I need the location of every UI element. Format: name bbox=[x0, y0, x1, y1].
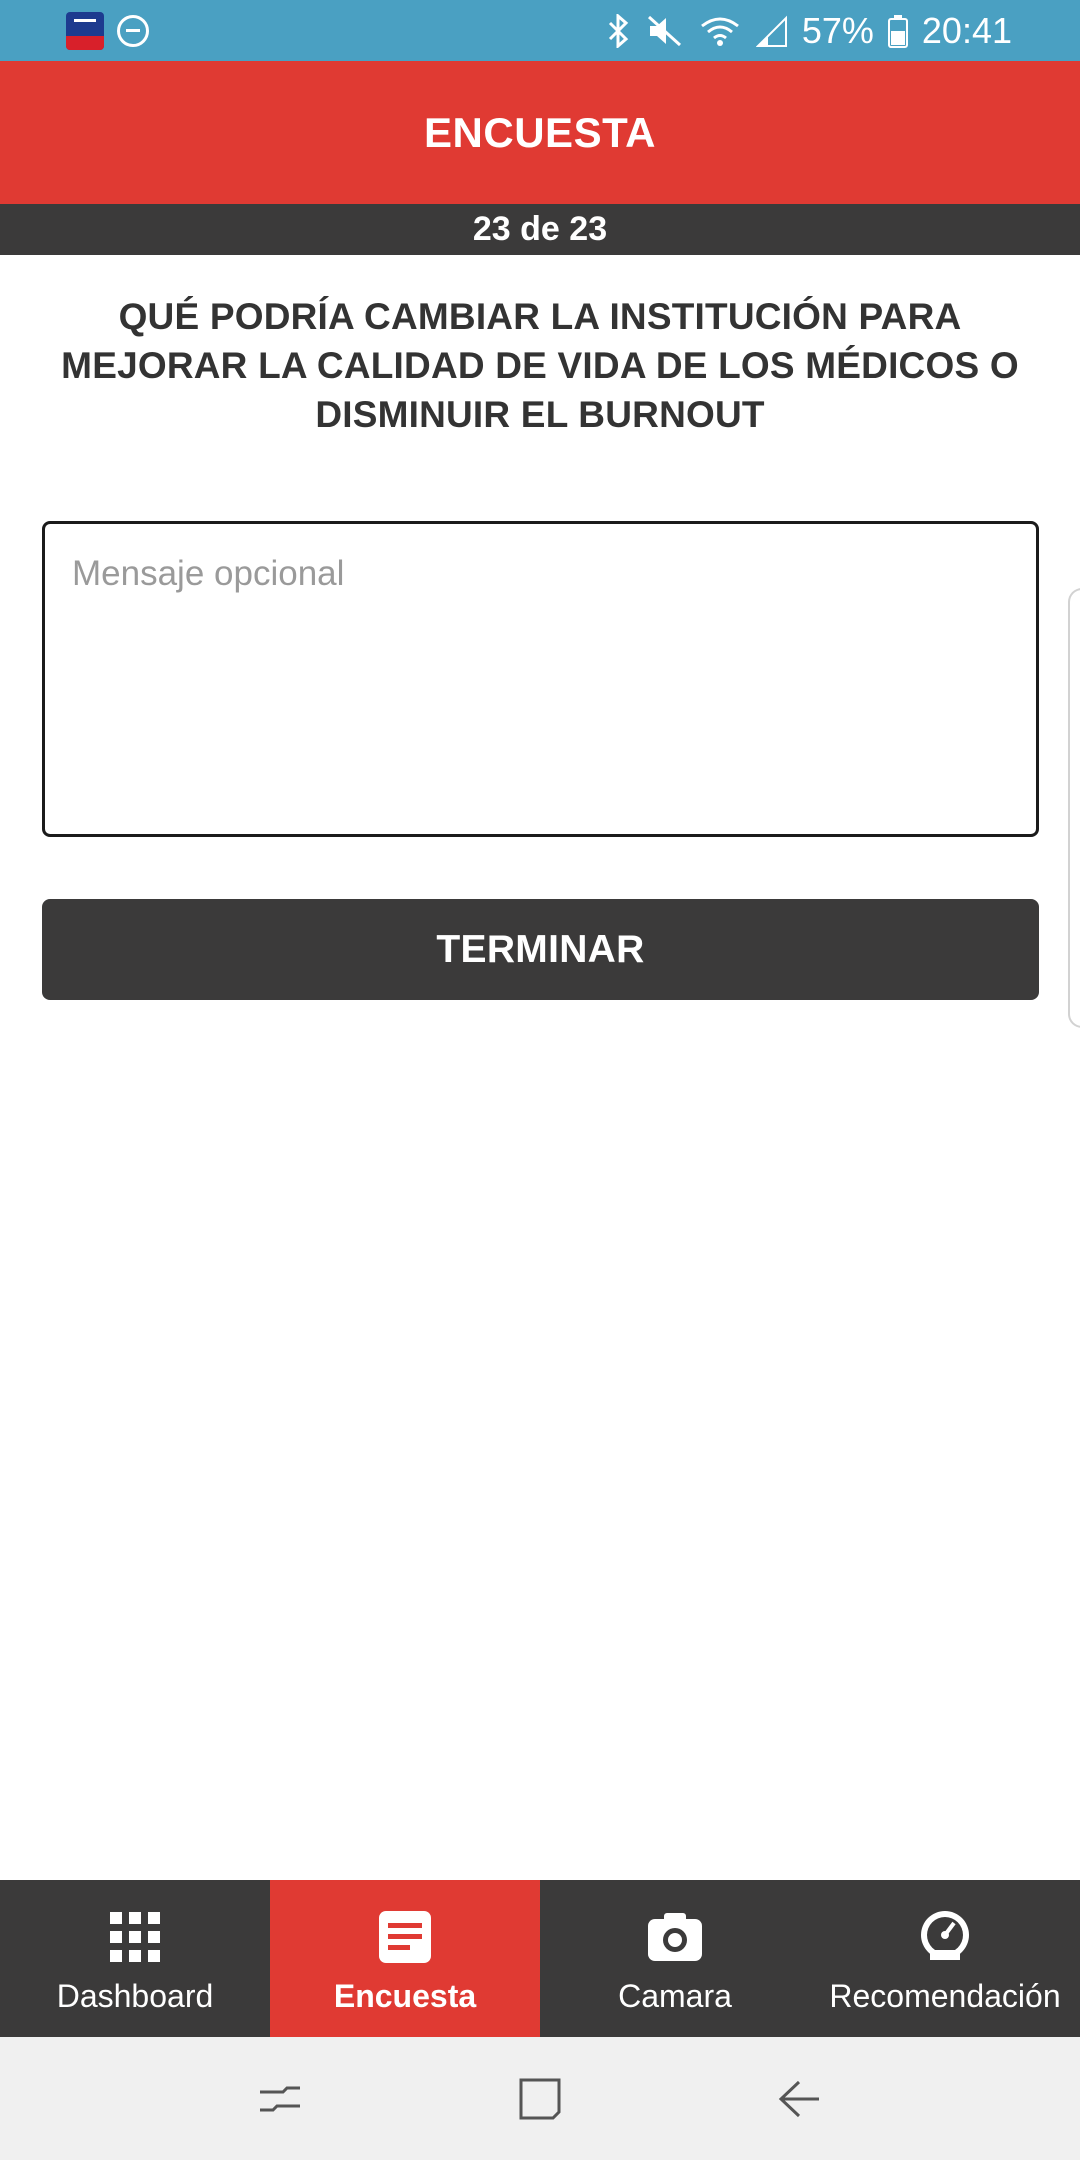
finish-button[interactable]: TERMINAR bbox=[42, 899, 1039, 1000]
edge-panel-handle[interactable] bbox=[1068, 588, 1080, 1028]
do-not-disturb-icon bbox=[117, 15, 149, 47]
battery-percent: 57% bbox=[801, 9, 874, 51]
nav-tab-camara[interactable]: Camara bbox=[540, 1880, 810, 2037]
nav-label-encuesta: Encuesta bbox=[333, 1978, 477, 2014]
bluetooth-icon bbox=[608, 13, 629, 48]
nav-label-dashboard: Dashboard bbox=[56, 1978, 214, 2014]
home-button[interactable] bbox=[510, 2069, 570, 2129]
speedometer-icon bbox=[921, 1911, 969, 1960]
camera-icon bbox=[648, 1913, 702, 1961]
page-title: ENCUESTA bbox=[424, 108, 656, 156]
bottom-navigation: Dashboard Encuesta Camara Recomendación bbox=[0, 1880, 1080, 2037]
back-button[interactable] bbox=[770, 2069, 830, 2129]
recent-apps-icon bbox=[260, 2086, 300, 2111]
signal-icon bbox=[755, 15, 787, 47]
app-bar: ENCUESTA bbox=[0, 61, 1080, 204]
status-indicators: 57% 20:41 bbox=[606, 0, 1012, 61]
optional-message-input[interactable] bbox=[45, 524, 1036, 834]
question-counter: 23 de 23 bbox=[472, 210, 608, 248]
grid-icon bbox=[110, 1912, 160, 1962]
nav-tab-dashboard[interactable]: Dashboard bbox=[0, 1880, 270, 2037]
home-icon bbox=[519, 2078, 561, 2119]
nav-label-recomendacion: Recomendación bbox=[829, 1978, 1061, 2014]
oxford-app-icon bbox=[66, 12, 104, 50]
battery-icon bbox=[887, 14, 908, 48]
survey-screen: 57% 20:41 ENCUESTA 23 de 23 QUÉ PODRÍA C… bbox=[0, 0, 1080, 2160]
message-field-container bbox=[42, 521, 1039, 837]
document-icon bbox=[379, 1911, 431, 1963]
nav-label-camara: Camara bbox=[618, 1978, 732, 2014]
back-arrow-icon bbox=[778, 2080, 819, 2117]
nav-tab-recomendacion[interactable]: Recomendación bbox=[810, 1880, 1080, 2037]
mute-icon bbox=[647, 15, 681, 46]
recent-apps-button[interactable] bbox=[250, 2069, 310, 2129]
nav-tab-encuesta[interactable]: Encuesta bbox=[270, 1880, 540, 2037]
question-text: QUÉ PODRÍA CAMBIAR LA INSTITUCIÓN PARA M… bbox=[61, 296, 1019, 435]
finish-button-label: TERMINAR bbox=[436, 927, 645, 971]
status-bar: 57% 20:41 bbox=[0, 0, 1080, 61]
clock: 20:41 bbox=[921, 9, 1012, 51]
question-progress-bar: 23 de 23 bbox=[0, 204, 1080, 255]
wifi-icon bbox=[700, 17, 739, 46]
system-navigation-bar bbox=[0, 2037, 1080, 2160]
